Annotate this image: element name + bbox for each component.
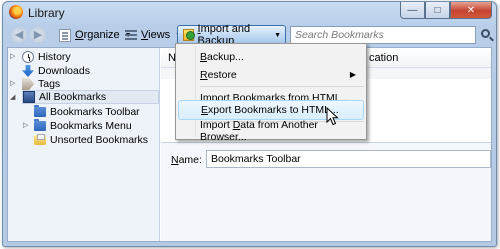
sidebar-item-label: Bookmarks Menu — [50, 120, 132, 132]
name-field-value: Bookmarks Toolbar — [211, 153, 301, 165]
sidebar-item-history[interactable]: History — [22, 50, 71, 64]
expand-history-icon[interactable]: ▷ — [10, 52, 15, 60]
window-title: Library — [28, 6, 65, 20]
views-icon — [125, 29, 137, 41]
title-bar[interactable]: Library — □ ✕ — [3, 2, 496, 23]
sidebar-item-label: History — [38, 51, 71, 63]
search-placeholder: Search Bookmarks — [295, 29, 384, 41]
folder-icon — [34, 119, 46, 131]
maximize-button[interactable]: □ — [425, 2, 450, 19]
sidebar-item-unsorted-bookmarks[interactable]: Unsorted Bookmarks — [34, 133, 148, 147]
history-icon — [22, 51, 34, 63]
organize-label: Organize — [75, 29, 120, 41]
close-button[interactable]: ✕ — [450, 2, 492, 19]
name-field[interactable]: Bookmarks Toolbar — [206, 150, 491, 168]
search-button[interactable] — [478, 26, 494, 44]
mouse-pointer-icon — [326, 107, 339, 126]
sidebar-item-bookmarks-toolbar[interactable]: Bookmarks Toolbar — [34, 105, 140, 119]
views-label: Views — [141, 29, 171, 41]
caption-buttons: — □ ✕ — [400, 2, 492, 19]
menu-item-backup[interactable]: Backup... — [178, 47, 364, 67]
all-bookmarks-icon — [23, 91, 35, 103]
sidebar-tree: ▷ History Downloads ▷ Tags ◢ All Bookmar… — [8, 48, 160, 241]
sidebar-item-label: Tags — [38, 78, 61, 90]
search-icon — [480, 28, 490, 38]
firefox-icon — [9, 5, 23, 19]
sidebar-item-label: All Bookmarks — [39, 91, 107, 103]
sidebar-item-label: Bookmarks Toolbar — [50, 106, 140, 118]
sidebar-item-bookmarks-menu[interactable]: Bookmarks Menu — [34, 119, 132, 133]
menu-separator — [200, 86, 364, 87]
sidebar-item-tags[interactable]: Tags — [22, 77, 60, 91]
search-input[interactable]: Search Bookmarks — [290, 26, 476, 44]
expand-tags-icon[interactable]: ▷ — [10, 79, 15, 87]
submenu-arrow-icon: ▶ — [349, 70, 356, 79]
import-backup-dropdown-icon: ▼ — [274, 31, 281, 39]
name-label: Name: — [171, 154, 202, 166]
menu-item-label: Export Bookmarks to HTML... — [201, 104, 339, 116]
details-pane: Name: Bookmarks Toolbar — [161, 142, 491, 241]
collapse-all-bookmarks-icon[interactable]: ◢ — [10, 93, 15, 101]
import-backup-icon — [183, 29, 195, 41]
import-backup-content: Import and Backup ▼ — [179, 23, 285, 47]
sidebar-item-all-bookmarks[interactable]: All Bookmarks — [22, 90, 159, 104]
column-header-location[interactable]: cation — [369, 52, 398, 64]
sidebar-item-label: Unsorted Bookmarks — [50, 134, 149, 146]
back-icon[interactable]: ◀ — [11, 27, 27, 43]
expand-bookmarks-menu-icon[interactable]: ▷ — [23, 121, 28, 129]
organize-icon — [59, 28, 71, 42]
unsorted-bookmarks-icon — [34, 134, 46, 145]
import-backup-button[interactable]: Import and Backup ▼ — [177, 23, 286, 47]
sidebar-item-label: Downloads — [38, 65, 90, 77]
forward-icon[interactable]: ▶ — [30, 27, 46, 43]
folder-icon — [34, 105, 46, 117]
downloads-icon — [22, 65, 34, 77]
menu-item-label: Backup... — [200, 51, 244, 63]
sidebar-item-downloads[interactable]: Downloads — [22, 64, 90, 78]
menu-item-restore[interactable]: Restore ▶ — [178, 65, 364, 85]
menu-item-label: Restore — [200, 69, 237, 81]
minimize-button[interactable]: — — [400, 2, 425, 19]
tags-icon — [22, 78, 34, 90]
